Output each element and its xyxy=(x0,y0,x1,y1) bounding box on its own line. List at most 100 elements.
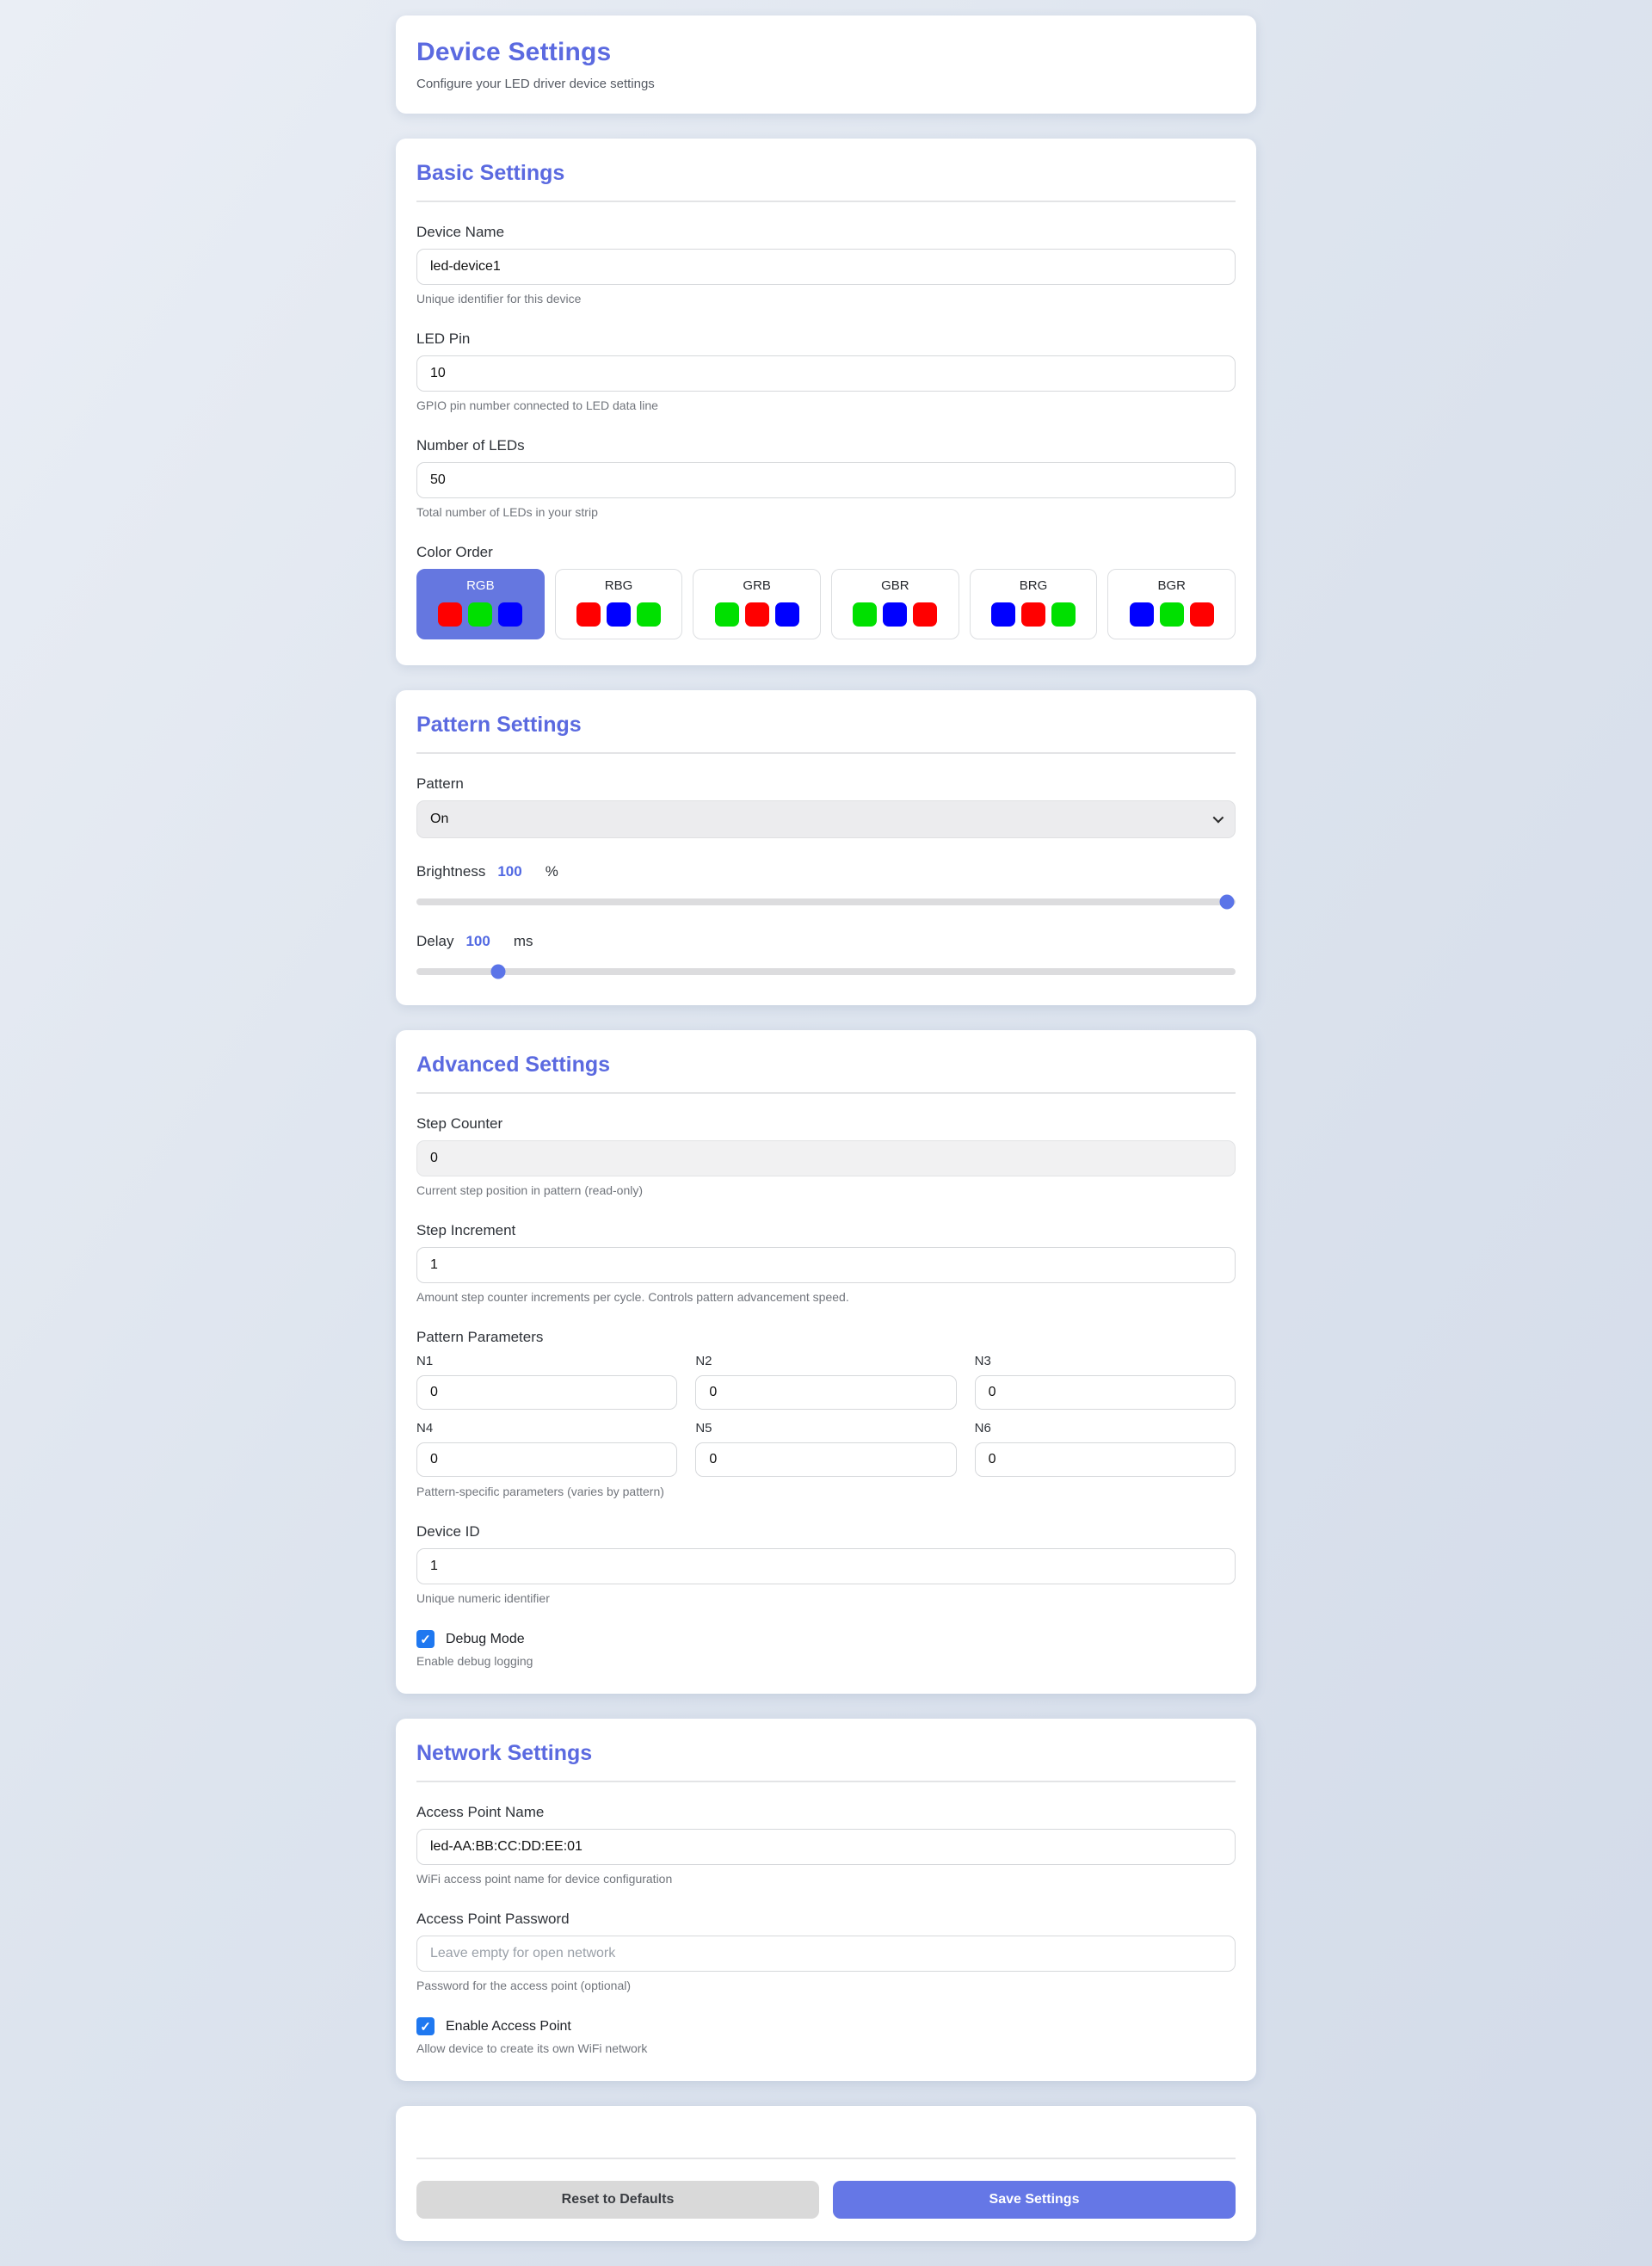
color-swatch xyxy=(991,602,1015,627)
pattern-settings-heading: Pattern Settings xyxy=(416,713,1236,738)
brightness-slider-thumb[interactable] xyxy=(1220,895,1235,910)
advanced-settings-heading: Advanced Settings xyxy=(416,1053,1236,1077)
color-order-option-grb[interactable]: GRB xyxy=(693,569,821,639)
brightness-slider[interactable] xyxy=(416,894,1236,910)
color-order-option-brg[interactable]: BRG xyxy=(970,569,1098,639)
color-swatch xyxy=(715,602,739,627)
num-leds-label: Number of LEDs xyxy=(416,437,1236,454)
pattern-settings-card: Pattern Settings Pattern On Brightness 1… xyxy=(396,690,1256,1005)
debug-mode-label[interactable]: Debug Mode xyxy=(446,1632,525,1647)
color-order-option-label: RGB xyxy=(417,578,544,593)
actions-card: Reset to Defaults Save Settings xyxy=(396,2106,1256,2241)
param-n1-label: N1 xyxy=(416,1354,677,1368)
color-order-option-label: GRB xyxy=(693,578,820,593)
color-order-option-label: BRG xyxy=(971,578,1097,593)
ap-password-help: Password for the access point (optional) xyxy=(416,1979,1236,1992)
param-n2-input[interactable] xyxy=(695,1375,956,1410)
delay-label: Delay xyxy=(416,933,453,950)
device-name-input[interactable] xyxy=(416,249,1236,285)
num-leds-input[interactable] xyxy=(416,462,1236,498)
param-n3-label: N3 xyxy=(975,1354,1236,1368)
device-id-label: Device ID xyxy=(416,1523,1236,1541)
brightness-value: 100 xyxy=(497,863,521,880)
color-swatch xyxy=(1130,602,1154,627)
param-n5-input[interactable] xyxy=(695,1442,956,1477)
color-order-group: Color Order RGB RBG xyxy=(416,544,1236,639)
actions-spacer xyxy=(416,2128,1236,2158)
param-n3-input[interactable] xyxy=(975,1375,1236,1410)
ap-name-group: Access Point Name WiFi access point name… xyxy=(416,1804,1236,1886)
color-swatch xyxy=(438,602,462,627)
brightness-unit: % xyxy=(546,863,558,880)
enable-ap-checkbox[interactable]: ✓ xyxy=(416,2017,435,2035)
pattern-select-label: Pattern xyxy=(416,775,1236,793)
delay-slider-thumb[interactable] xyxy=(491,965,506,979)
ap-password-group: Access Point Password Password for the a… xyxy=(416,1911,1236,1992)
color-swatch xyxy=(607,602,631,627)
device-id-group: Device ID Unique numeric identifier xyxy=(416,1523,1236,1605)
color-swatch xyxy=(775,602,799,627)
param-n1-input[interactable] xyxy=(416,1375,677,1410)
param-n4-label: N4 xyxy=(416,1421,677,1436)
section-divider xyxy=(416,1092,1236,1094)
enable-ap-group: ✓ Enable Access Point Allow device to cr… xyxy=(416,2017,1236,2055)
step-counter-group: Step Counter Current step position in pa… xyxy=(416,1115,1236,1197)
param-n6-input[interactable] xyxy=(975,1442,1236,1477)
section-divider xyxy=(416,752,1236,754)
param-n5-label: N5 xyxy=(695,1421,956,1436)
color-order-option-label: BGR xyxy=(1108,578,1235,593)
color-swatch xyxy=(1021,602,1045,627)
step-counter-label: Step Counter xyxy=(416,1115,1236,1133)
ap-name-input[interactable] xyxy=(416,1829,1236,1865)
step-counter-help: Current step position in pattern (read-o… xyxy=(416,1183,1236,1197)
device-id-help: Unique numeric identifier xyxy=(416,1591,1236,1605)
enable-ap-help: Allow device to create its own WiFi netw… xyxy=(416,2041,1236,2055)
color-order-label: Color Order xyxy=(416,544,1236,561)
debug-mode-checkbox[interactable]: ✓ xyxy=(416,1630,435,1648)
param-n4-input[interactable] xyxy=(416,1442,677,1477)
num-leds-group: Number of LEDs Total number of LEDs in y… xyxy=(416,437,1236,519)
delay-group: Delay 100 ms xyxy=(416,933,1236,979)
color-swatch xyxy=(468,602,492,627)
brightness-label: Brightness xyxy=(416,863,485,880)
section-divider xyxy=(416,1781,1236,1782)
color-swatch xyxy=(576,602,601,627)
pattern-parameters-help: Pattern-specific parameters (varies by p… xyxy=(416,1485,1236,1498)
pattern-select-group: Pattern On xyxy=(416,775,1236,838)
advanced-settings-card: Advanced Settings Step Counter Current s… xyxy=(396,1030,1256,1694)
led-pin-input[interactable] xyxy=(416,355,1236,392)
param-n2-label: N2 xyxy=(695,1354,956,1368)
section-divider xyxy=(416,201,1236,202)
ap-name-help: WiFi access point name for device config… xyxy=(416,1872,1236,1886)
led-pin-label: LED Pin xyxy=(416,330,1236,348)
step-increment-help: Amount step counter increments per cycle… xyxy=(416,1290,1236,1304)
color-order-option-rgb[interactable]: RGB xyxy=(416,569,545,639)
pattern-parameters-group: Pattern Parameters N1 N2 N3 N4 xyxy=(416,1329,1236,1498)
ap-password-input[interactable] xyxy=(416,1936,1236,1972)
section-divider xyxy=(416,2158,1236,2159)
delay-value: 100 xyxy=(465,933,490,950)
pattern-select[interactable]: On xyxy=(416,800,1236,838)
page-title: Device Settings xyxy=(416,38,1236,67)
debug-mode-group: ✓ Debug Mode Enable debug logging xyxy=(416,1630,1236,1668)
param-n6-label: N6 xyxy=(975,1421,1236,1436)
delay-slider[interactable] xyxy=(416,964,1236,979)
step-counter-input xyxy=(416,1140,1236,1176)
color-swatch xyxy=(853,602,877,627)
enable-ap-label[interactable]: Enable Access Point xyxy=(446,2019,571,2034)
color-order-option-bgr[interactable]: BGR xyxy=(1107,569,1236,639)
delay-unit: ms xyxy=(514,933,533,950)
basic-settings-heading: Basic Settings xyxy=(416,161,1236,186)
header-card: Device Settings Configure your LED drive… xyxy=(396,15,1256,114)
pattern-parameters-label: Pattern Parameters xyxy=(416,1329,1236,1346)
network-settings-card: Network Settings Access Point Name WiFi … xyxy=(396,1719,1256,2081)
step-increment-input[interactable] xyxy=(416,1247,1236,1283)
basic-settings-card: Basic Settings Device Name Unique identi… xyxy=(396,139,1256,665)
device-id-input[interactable] xyxy=(416,1548,1236,1584)
color-order-option-gbr[interactable]: GBR xyxy=(831,569,959,639)
led-pin-help: GPIO pin number connected to LED data li… xyxy=(416,398,1236,412)
color-order-option-rbg[interactable]: RBG xyxy=(555,569,683,639)
network-settings-heading: Network Settings xyxy=(416,1741,1236,1766)
page-subtitle: Configure your LED driver device setting… xyxy=(416,77,1236,91)
color-order-option-label: RBG xyxy=(556,578,682,593)
